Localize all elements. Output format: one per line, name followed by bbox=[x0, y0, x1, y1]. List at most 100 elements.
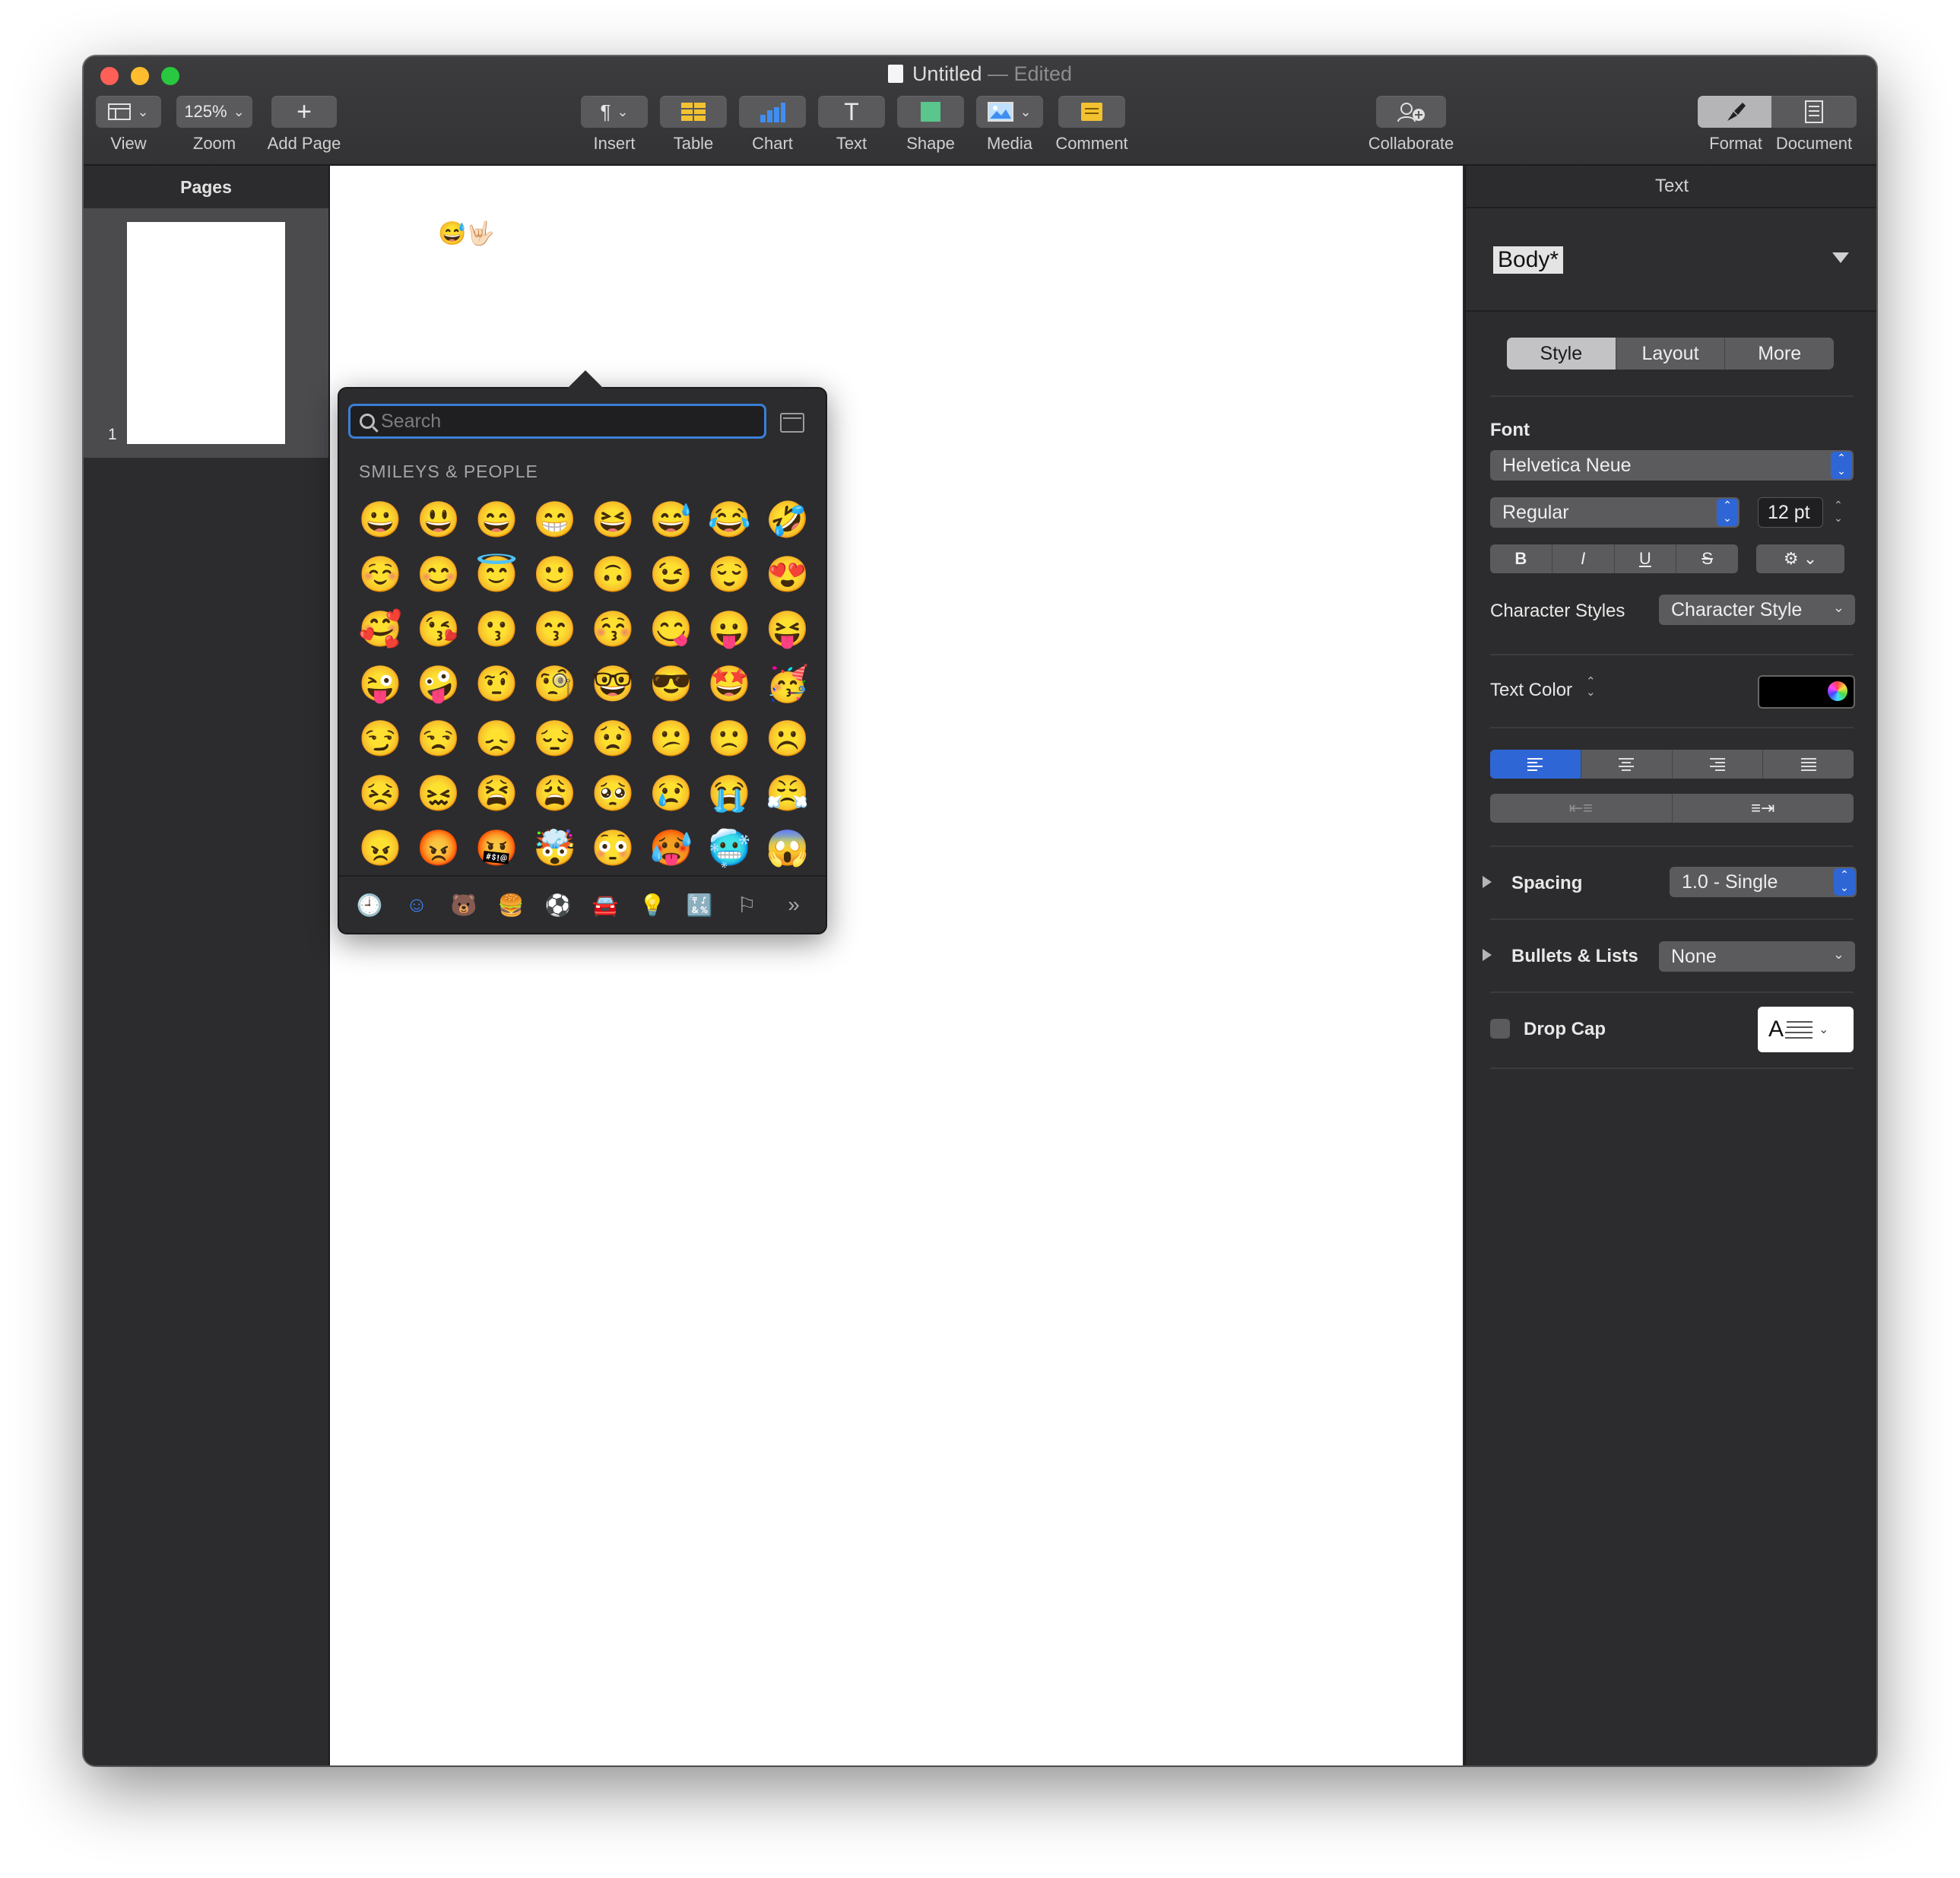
emoji-cell[interactable]: 🤩 bbox=[700, 656, 759, 711]
travel-icon[interactable]: 🚘 bbox=[585, 893, 625, 918]
drop-cap-style-button[interactable]: A ⌄ bbox=[1758, 1007, 1854, 1052]
emoji-cell[interactable]: 🙃 bbox=[584, 547, 642, 601]
emoji-cell[interactable]: 🤣 bbox=[759, 492, 817, 547]
emoji-cell[interactable]: 😍 bbox=[759, 547, 817, 601]
media-tool[interactable]: ⌄ Media bbox=[967, 96, 1052, 154]
add-page-button[interactable]: + bbox=[271, 96, 337, 128]
paragraph-style-row[interactable]: Body* bbox=[1466, 208, 1876, 312]
emoji-cell[interactable]: 🤓 bbox=[584, 656, 642, 711]
emoji-cell[interactable]: 😘 bbox=[410, 601, 468, 656]
disclosure-triangle-icon[interactable] bbox=[1483, 876, 1492, 888]
character-style-select[interactable]: Character Style ⌄ bbox=[1659, 595, 1855, 625]
align-center-button[interactable] bbox=[1580, 750, 1672, 779]
zoom-tool[interactable]: 125% ⌄ Zoom bbox=[176, 96, 252, 154]
chart-tool[interactable]: Chart bbox=[730, 96, 815, 154]
italic-button[interactable]: I bbox=[1551, 544, 1614, 573]
bullets-select[interactable]: None ⌄ bbox=[1659, 941, 1855, 972]
strikethrough-button[interactable]: S bbox=[1676, 544, 1738, 573]
media-button[interactable]: ⌄ bbox=[976, 96, 1043, 128]
emoji-cell[interactable]: 🙁 bbox=[700, 711, 759, 766]
emoji-cell[interactable]: 😳 bbox=[584, 820, 642, 875]
paragraph-style-name[interactable]: Body* bbox=[1493, 246, 1564, 274]
emoji-cell[interactable]: 😫 bbox=[468, 766, 526, 820]
emoji-cell[interactable]: ☺️ bbox=[351, 547, 410, 601]
bold-button[interactable]: B bbox=[1490, 544, 1552, 573]
recent-icon[interactable]: 🕘 bbox=[350, 893, 389, 918]
increase-indent-button[interactable]: ≡⇥ bbox=[1671, 794, 1854, 823]
shape-button[interactable] bbox=[897, 96, 964, 128]
emoji-cell[interactable]: 😉 bbox=[642, 547, 701, 601]
emoji-cell[interactable]: 😠 bbox=[351, 820, 410, 875]
page-thumbnail-selected[interactable]: 1 bbox=[84, 208, 328, 458]
emoji-cell[interactable]: 😭 bbox=[700, 766, 759, 820]
emoji-cell[interactable]: 🥰 bbox=[351, 601, 410, 656]
flag-icon[interactable]: ⚐ bbox=[727, 893, 766, 918]
emoji-cell[interactable]: 😏 bbox=[351, 711, 410, 766]
document-button[interactable] bbox=[1771, 96, 1857, 128]
decrease-indent-button[interactable]: ⇤≡ bbox=[1490, 794, 1672, 823]
tab-more[interactable]: More bbox=[1724, 338, 1834, 370]
emoji-cell[interactable]: 😜 bbox=[351, 656, 410, 711]
emoji-cell[interactable]: 🤯 bbox=[526, 820, 585, 875]
emoji-search-input[interactable] bbox=[379, 409, 747, 433]
color-wheel-icon[interactable] bbox=[1828, 681, 1847, 701]
symbols-icon[interactable]: 🔣 bbox=[680, 893, 719, 918]
emoji-cell[interactable]: 😇 bbox=[468, 547, 526, 601]
emoji-cell[interactable]: 😗 bbox=[468, 601, 526, 656]
text-button[interactable]: T bbox=[818, 96, 885, 128]
emoji-cell[interactable]: 😞 bbox=[468, 711, 526, 766]
collaborate-tool[interactable]: Collaborate bbox=[1358, 96, 1464, 154]
zoom-button[interactable]: 125% ⌄ bbox=[176, 96, 252, 128]
shape-tool[interactable]: Shape bbox=[888, 96, 973, 154]
drop-cap-checkbox[interactable] bbox=[1490, 1019, 1510, 1039]
food-icon[interactable]: 🍔 bbox=[491, 893, 531, 918]
emoji-cell[interactable]: 🤪 bbox=[410, 656, 468, 711]
more-categories-icon[interactable]: » bbox=[774, 893, 813, 917]
emoji-cell[interactable]: 🥶 bbox=[700, 820, 759, 875]
emoji-cell[interactable]: 😛 bbox=[700, 601, 759, 656]
emoji-cell[interactable]: 😤 bbox=[759, 766, 817, 820]
emoji-cell[interactable]: 😖 bbox=[410, 766, 468, 820]
emoji-cell[interactable]: 😕 bbox=[642, 711, 701, 766]
emoji-cell[interactable]: 😀 bbox=[351, 492, 410, 547]
text-options-button[interactable]: ⚙ ⌄ bbox=[1756, 544, 1844, 573]
emoji-cell[interactable]: 😄 bbox=[468, 492, 526, 547]
emoji-cell[interactable]: 🙂 bbox=[526, 547, 585, 601]
emoji-search-field[interactable] bbox=[348, 404, 766, 439]
tab-style[interactable]: Style bbox=[1507, 338, 1616, 370]
chart-button[interactable] bbox=[739, 96, 806, 128]
emoji-cell[interactable]: 😝 bbox=[759, 601, 817, 656]
emoji-cell[interactable]: 😅 bbox=[642, 492, 701, 547]
emoji-cell[interactable]: 😆 bbox=[584, 492, 642, 547]
emoji-cell[interactable]: ☹️ bbox=[759, 711, 817, 766]
font-size-stepper[interactable]: ⌃ ⌄ bbox=[1829, 499, 1847, 526]
animals-icon[interactable]: 🐻 bbox=[444, 893, 484, 918]
font-family-select[interactable]: Helvetica Neue ⌃ ⌄ bbox=[1490, 450, 1854, 481]
emoji-cell[interactable]: 😊 bbox=[410, 547, 468, 601]
emoji-cell[interactable]: 😚 bbox=[584, 601, 642, 656]
emoji-cell[interactable]: 😢 bbox=[642, 766, 701, 820]
add-page-tool[interactable]: + Add Page bbox=[266, 96, 342, 154]
format-button[interactable] bbox=[1698, 96, 1774, 128]
insert-tool[interactable]: ¶ ⌄ Insert bbox=[572, 96, 657, 154]
collaborate-button[interactable] bbox=[1376, 96, 1446, 128]
emoji-cell[interactable]: 😩 bbox=[526, 766, 585, 820]
emoji-cell[interactable]: 😒 bbox=[410, 711, 468, 766]
tab-layout[interactable]: Layout bbox=[1615, 338, 1725, 370]
updown-arrows-icon[interactable]: ⌃ ⌄ bbox=[1586, 676, 1596, 698]
character-viewer-icon[interactable] bbox=[780, 413, 804, 433]
spacing-select[interactable]: 1.0 - Single ⌃ ⌄ bbox=[1670, 867, 1857, 897]
emoji-cell[interactable]: 🤨 bbox=[468, 656, 526, 711]
emoji-cell[interactable]: 😌 bbox=[700, 547, 759, 601]
disclosure-triangle-icon[interactable] bbox=[1832, 252, 1849, 263]
emoji-cell[interactable]: 😟 bbox=[584, 711, 642, 766]
document-tool[interactable]: Document bbox=[1770, 96, 1858, 154]
smileys-icon[interactable]: ☺ bbox=[397, 893, 436, 917]
underline-button[interactable]: U bbox=[1613, 544, 1676, 573]
disclosure-triangle-icon[interactable] bbox=[1483, 949, 1492, 961]
format-tool[interactable]: Format bbox=[1694, 96, 1778, 154]
emoji-cell[interactable]: 😱 bbox=[759, 820, 817, 875]
font-size-field[interactable]: 12 pt bbox=[1758, 497, 1823, 528]
emoji-cell[interactable]: 😃 bbox=[410, 492, 468, 547]
inserted-emoji-text[interactable]: 😅🤟🏻 bbox=[438, 220, 495, 247]
